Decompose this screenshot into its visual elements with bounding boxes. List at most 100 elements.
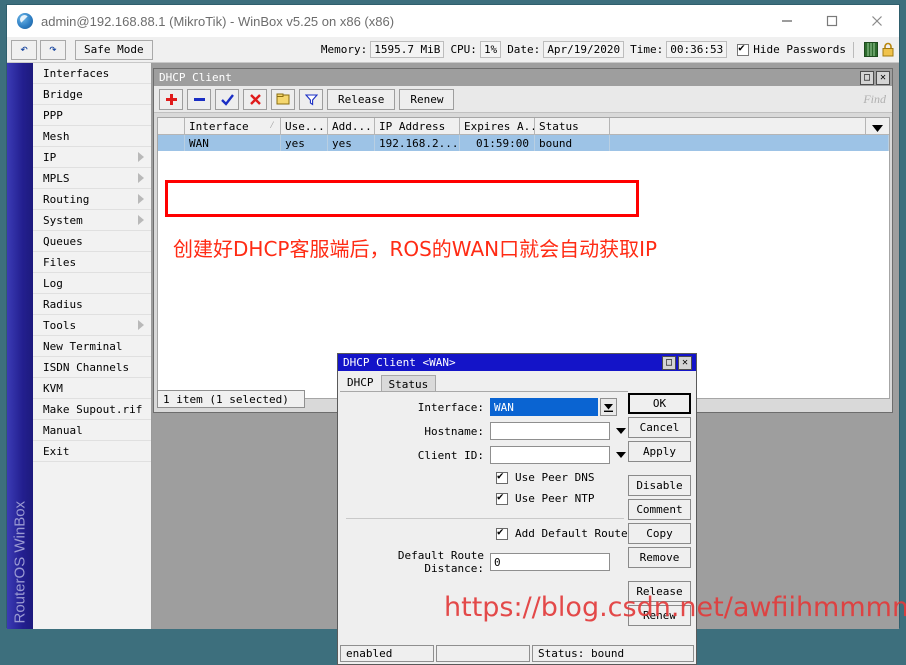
- apply-button[interactable]: Apply: [628, 441, 691, 462]
- menu-item-isdn-channels[interactable]: ISDN Channels: [33, 357, 151, 378]
- renew-button[interactable]: Renew: [399, 88, 455, 110]
- undo-button[interactable]: ↶: [11, 39, 37, 60]
- menu-item-routing[interactable]: Routing: [33, 189, 151, 210]
- use-peer-ntp-checkbox[interactable]: [496, 491, 508, 505]
- col-header-marker[interactable]: [158, 118, 185, 135]
- minimize-button[interactable]: [764, 5, 809, 37]
- sessions-icon[interactable]: [864, 42, 878, 57]
- menu-item-new-terminal[interactable]: New Terminal: [33, 336, 151, 357]
- table-header-row: Interface ⁄ Use... Add... IP Address Exp…: [158, 118, 889, 135]
- sidebar-brand-bar: RouterOS WinBox: [7, 63, 33, 629]
- menu-item-kvm[interactable]: KVM: [33, 378, 151, 399]
- remove-button[interactable]: Remove: [628, 547, 691, 568]
- use-peer-ntp-row[interactable]: Use Peer NTP: [338, 488, 630, 509]
- tab-underline: [340, 391, 628, 392]
- menu-item-log[interactable]: Log: [33, 273, 151, 294]
- tab-status[interactable]: Status: [380, 375, 437, 392]
- cancel-button[interactable]: Cancel: [628, 417, 691, 438]
- chevron-down-icon: [615, 428, 626, 434]
- menu-item-ip[interactable]: IP: [33, 147, 151, 168]
- default-route-distance-label: Default Route Distance:: [397, 549, 484, 575]
- dhcp-window-titlebar[interactable]: DHCP Client □ ✕: [154, 69, 892, 86]
- remove-button[interactable]: [187, 88, 211, 110]
- comment-button[interactable]: Comment: [628, 499, 691, 520]
- column-chooser-button[interactable]: [865, 118, 889, 135]
- dialog-restore-button[interactable]: □: [662, 355, 676, 370]
- menu-item-label: KVM: [43, 381, 63, 395]
- toolbar-divider: [853, 41, 854, 58]
- menu-item-manual[interactable]: Manual: [33, 420, 151, 441]
- menu-item-label: New Terminal: [43, 339, 123, 353]
- col-header-ip-address[interactable]: IP Address: [375, 118, 460, 135]
- interface-dropdown-button[interactable]: [600, 398, 617, 416]
- dialog-close-button[interactable]: ✕: [678, 355, 692, 370]
- menu-item-interfaces[interactable]: Interfaces: [33, 63, 151, 84]
- date-value: Apr/19/2020: [543, 41, 625, 58]
- add-default-route-checkbox[interactable]: [496, 526, 508, 540]
- cell-status: bound: [535, 135, 610, 151]
- menu-item-system[interactable]: System: [33, 210, 151, 231]
- filter-funnel-icon: [304, 93, 318, 106]
- col-header-use-peer-dns[interactable]: Use...: [281, 118, 328, 135]
- interface-input[interactable]: WAN: [490, 398, 598, 416]
- chevron-down-icon: [615, 452, 626, 458]
- maximize-button[interactable]: [809, 5, 854, 37]
- winbox-application-window: admin@192.168.88.1 (MikroTik) - WinBox v…: [6, 4, 900, 665]
- menu-item-label: Bridge: [43, 87, 83, 101]
- default-route-distance-input[interactable]: 0: [490, 553, 610, 571]
- copy-button[interactable]: Copy: [628, 523, 691, 544]
- menu-item-label: Files: [43, 255, 77, 269]
- redo-button[interactable]: ↷: [40, 39, 66, 60]
- add-default-route-row[interactable]: Add Default Route: [338, 523, 628, 544]
- comment-button[interactable]: [271, 88, 295, 110]
- col-header-status[interactable]: Status: [535, 118, 610, 135]
- tab-dhcp[interactable]: DHCP: [340, 373, 381, 392]
- use-peer-dns-row[interactable]: Use Peer DNS: [338, 467, 630, 488]
- menu-item-files[interactable]: Files: [33, 252, 151, 273]
- close-button[interactable]: [854, 5, 899, 37]
- chevron-right-icon: [138, 173, 144, 183]
- client-id-input[interactable]: [490, 446, 610, 464]
- menu-item-exit[interactable]: Exit: [33, 441, 151, 462]
- col-header-add-default-route[interactable]: Add...: [328, 118, 375, 135]
- menu-item-mpls[interactable]: MPLS: [33, 168, 151, 189]
- disable-button[interactable]: [243, 88, 267, 110]
- table-row[interactable]: WAN yes yes 192.168.2... 01:59:00 bound: [158, 135, 889, 151]
- safe-mode-button[interactable]: Safe Mode: [75, 39, 153, 60]
- dhcp-close-button[interactable]: ✕: [876, 70, 890, 85]
- disable-button[interactable]: Disable: [628, 475, 691, 496]
- enable-button[interactable]: [215, 88, 239, 110]
- use-peer-dns-label: Use Peer DNS: [515, 471, 595, 484]
- client-id-dropdown-button[interactable]: [612, 446, 629, 464]
- button-gap: [628, 571, 691, 578]
- menu-item-bridge[interactable]: Bridge: [33, 84, 151, 105]
- menu-item-label: Log: [43, 276, 63, 290]
- dhcp-restore-button[interactable]: □: [860, 70, 874, 85]
- check-icon: [220, 93, 234, 106]
- dialog-titlebar[interactable]: DHCP Client <WAN> □ ✕: [338, 354, 696, 371]
- menu-item-make-supout[interactable]: Make Supout.rif: [33, 399, 151, 420]
- date-label: Date:: [507, 43, 541, 56]
- hostname-input[interactable]: [490, 422, 610, 440]
- dhcp-toolbar: Release Renew Find: [154, 86, 892, 113]
- chevron-right-icon: [138, 152, 144, 162]
- use-peer-dns-checkbox[interactable]: [496, 470, 508, 484]
- hostname-row: Hostname:: [338, 419, 630, 443]
- menu-item-radius[interactable]: Radius: [33, 294, 151, 315]
- menu-item-queues[interactable]: Queues: [33, 231, 151, 252]
- chevron-down-icon: [872, 118, 883, 136]
- menu-item-label: Interfaces: [43, 66, 110, 80]
- menu-item-mesh[interactable]: Mesh: [33, 126, 151, 147]
- hide-passwords-checkbox[interactable]: [737, 42, 750, 56]
- hostname-dropdown-button[interactable]: [612, 422, 629, 440]
- menu-item-tools[interactable]: Tools: [33, 315, 151, 336]
- filter-button[interactable]: [299, 88, 323, 110]
- find-input[interactable]: Find: [863, 92, 886, 107]
- add-button[interactable]: [159, 88, 183, 110]
- ok-button[interactable]: OK: [628, 393, 691, 414]
- lock-icon[interactable]: [881, 42, 895, 57]
- col-header-interface[interactable]: Interface ⁄: [185, 118, 281, 135]
- col-header-expires-after[interactable]: Expires A...: [460, 118, 535, 135]
- release-button[interactable]: Release: [327, 88, 396, 110]
- menu-item-ppp[interactable]: PPP: [33, 105, 151, 126]
